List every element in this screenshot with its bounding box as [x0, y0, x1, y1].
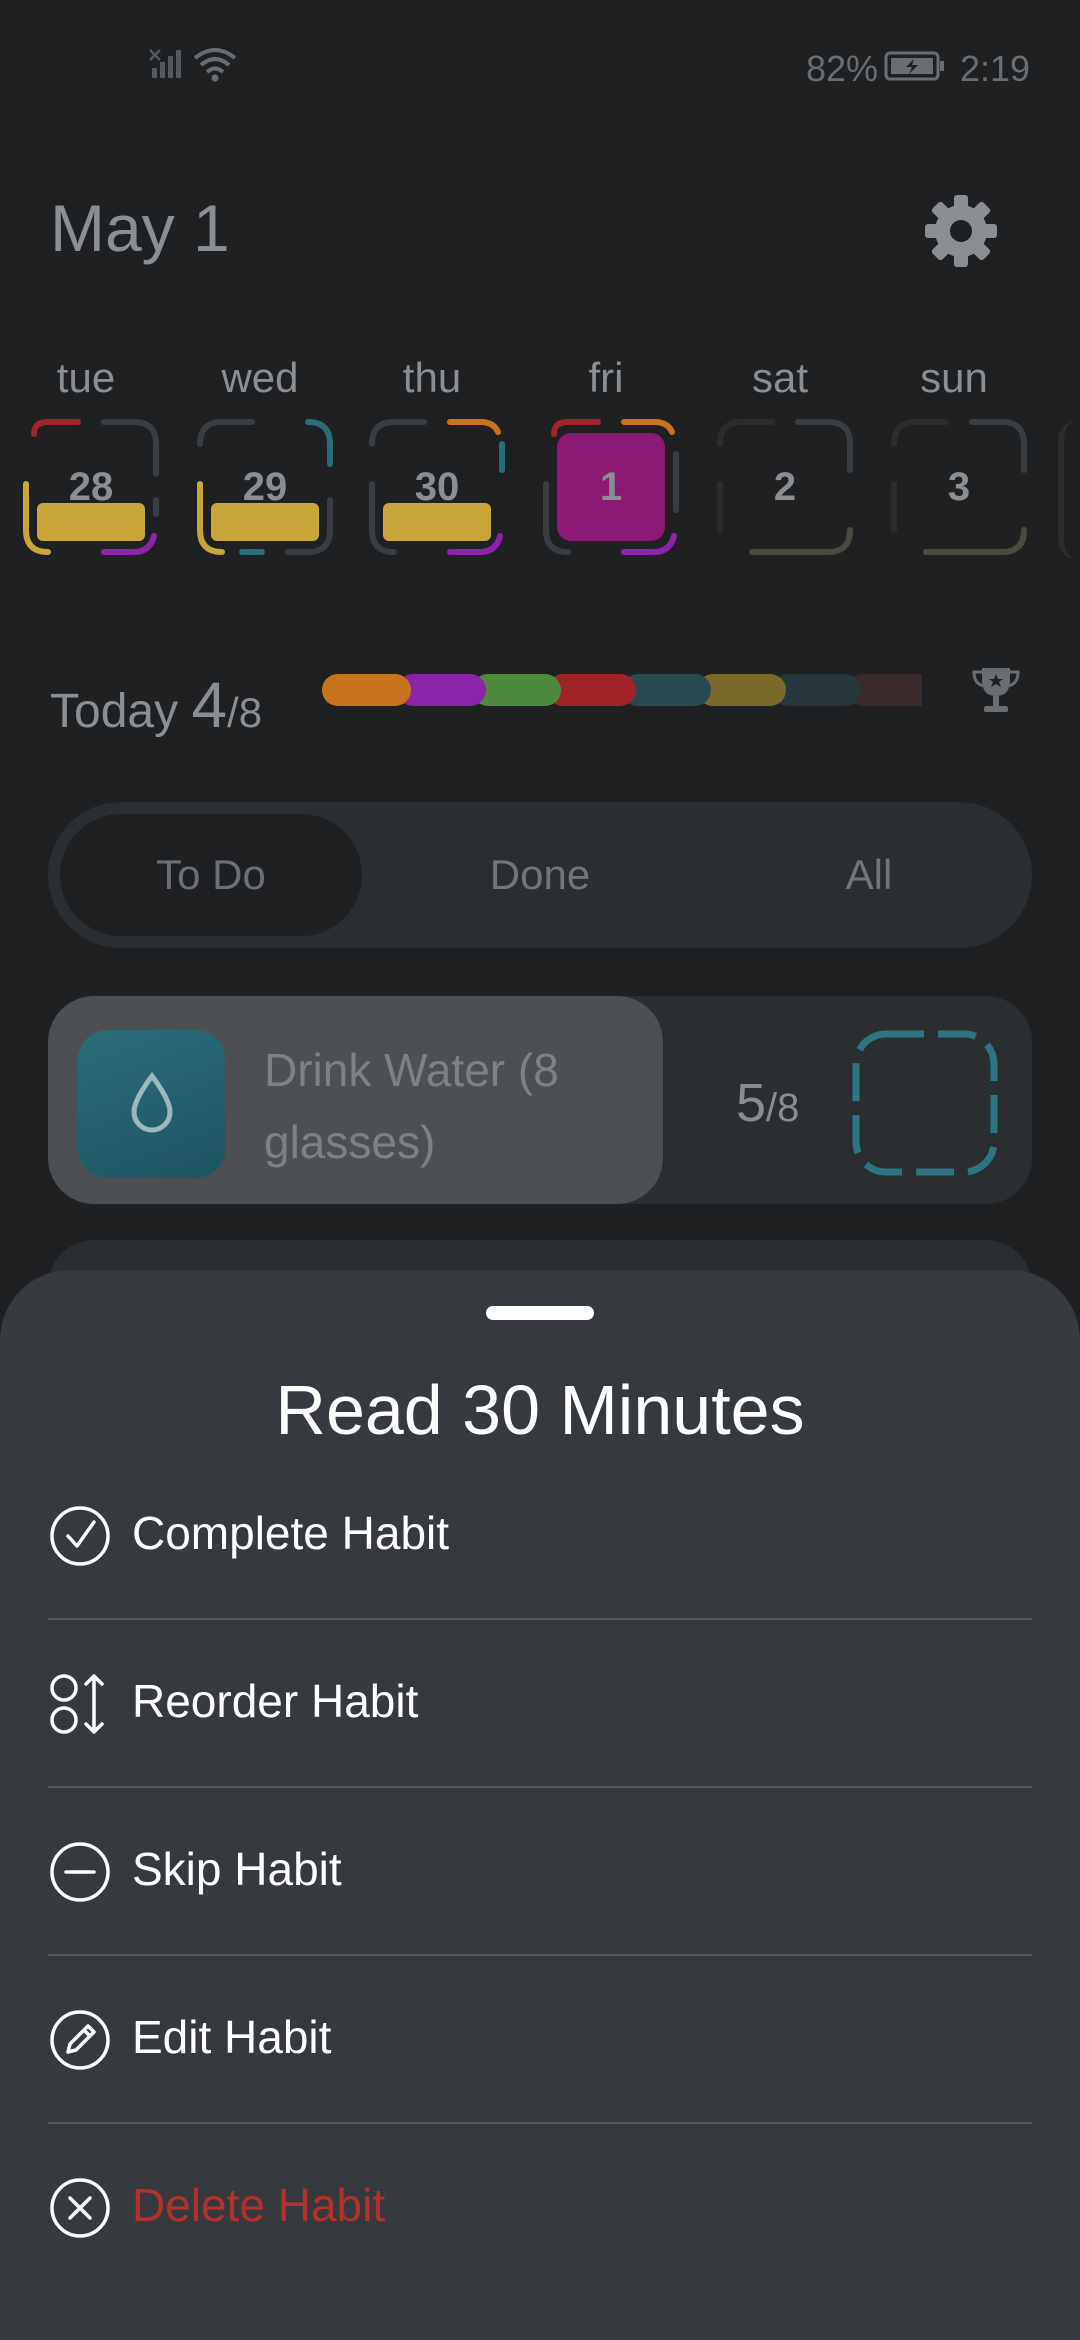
- day-label: thu: [402, 354, 462, 401]
- status-bar: 82% 2:19: [0, 0, 1080, 130]
- menu-item-label: Delete Habit: [132, 2179, 386, 2231]
- menu-item-label: Skip Habit: [132, 1843, 342, 1895]
- today-label: Today: [50, 685, 179, 738]
- minus-circle-icon: [50, 1842, 110, 1902]
- today-total-count: /8: [227, 689, 263, 736]
- day-date: 28: [68, 464, 114, 509]
- day-tue[interactable]: tue 28: [6, 350, 166, 570]
- habit-icon-tile: [78, 1030, 226, 1178]
- day-sat[interactable]: sat 2: [700, 350, 860, 570]
- pencil-circle-icon: [50, 2010, 110, 2070]
- day-date: 29: [242, 464, 288, 509]
- delete-habit-item[interactable]: Delete Habit: [48, 2124, 1032, 2292]
- day-fri[interactable]: fri 1: [526, 350, 686, 570]
- sheet-drag-handle[interactable]: [486, 1306, 594, 1320]
- trophy-icon: [972, 668, 1020, 712]
- battery-charging-icon: [884, 51, 944, 81]
- menu-item-label: Edit Habit: [132, 2011, 332, 2063]
- skip-habit-item[interactable]: Skip Habit: [48, 1788, 1032, 1956]
- gear-icon: [925, 195, 997, 267]
- reorder-habit-item[interactable]: Reorder Habit: [48, 1620, 1032, 1788]
- day-label: wed: [221, 354, 299, 401]
- day-sun[interactable]: sun 3: [874, 350, 1034, 570]
- x-circle-icon: [50, 2178, 110, 2238]
- tab-to-do[interactable]: To Do: [60, 814, 362, 936]
- today-progress-bar: [322, 674, 922, 706]
- progress-segment: [322, 674, 411, 706]
- day-wed[interactable]: wed 29: [180, 350, 340, 570]
- day-label: fri: [588, 354, 624, 401]
- day-date: 2: [773, 464, 797, 509]
- tab-all[interactable]: All: [718, 814, 1020, 936]
- habit-count-done: 5: [736, 1073, 767, 1133]
- day-label: sat: [751, 354, 809, 401]
- sheet-title: Read 30 Minutes: [275, 1371, 805, 1449]
- menu-item-label: Complete Habit: [132, 1507, 450, 1559]
- day-label: tue: [56, 354, 116, 401]
- day-label: sun: [920, 354, 988, 401]
- week-strip: tue 28 wed 29 thu 30 fri 1 sat 2 sun 3: [0, 350, 1080, 570]
- page-title: May 1: [50, 191, 230, 265]
- clock: 2:19: [960, 48, 1031, 89]
- reorder-icon: [50, 1674, 104, 1734]
- day-thu[interactable]: thu 30: [352, 350, 512, 570]
- tab-done[interactable]: Done: [389, 814, 691, 936]
- next-day-peek: [1058, 420, 1080, 560]
- habit-card[interactable]: Drink Water (8 glasses) 5/8: [48, 996, 1032, 1204]
- today-done-count: 4: [191, 669, 228, 741]
- habit-check-button[interactable]: [850, 1028, 1000, 1178]
- complete-habit-item[interactable]: Complete Habit: [48, 1452, 1032, 1620]
- day-date: 30: [414, 464, 460, 509]
- habit-count-total: /8: [766, 1086, 800, 1130]
- settings-button[interactable]: [916, 186, 1006, 276]
- habit-name: Drink Water (8 glasses): [264, 1044, 559, 1168]
- water-drop-icon: [131, 1071, 173, 1133]
- day-date: 3: [947, 464, 971, 509]
- habit-count: 5/8: [736, 1072, 799, 1134]
- habit-actions-sheet: Read 30 Minutes Complete Habit Reorder H…: [0, 1270, 1080, 2340]
- today-progress-label: Today 4/8: [50, 668, 262, 742]
- menu-item-label: Reorder Habit: [132, 1675, 419, 1727]
- no-signal-icon: [149, 49, 181, 78]
- day-date: 1: [599, 464, 623, 509]
- edit-habit-item[interactable]: Edit Habit: [48, 1956, 1032, 2124]
- trophy-button[interactable]: [968, 662, 1024, 718]
- wifi-icon: [193, 48, 237, 82]
- check-circle-icon: [50, 1506, 110, 1566]
- battery-percent: 82%: [806, 48, 879, 89]
- filter-tabs: To Do Done All: [48, 802, 1032, 948]
